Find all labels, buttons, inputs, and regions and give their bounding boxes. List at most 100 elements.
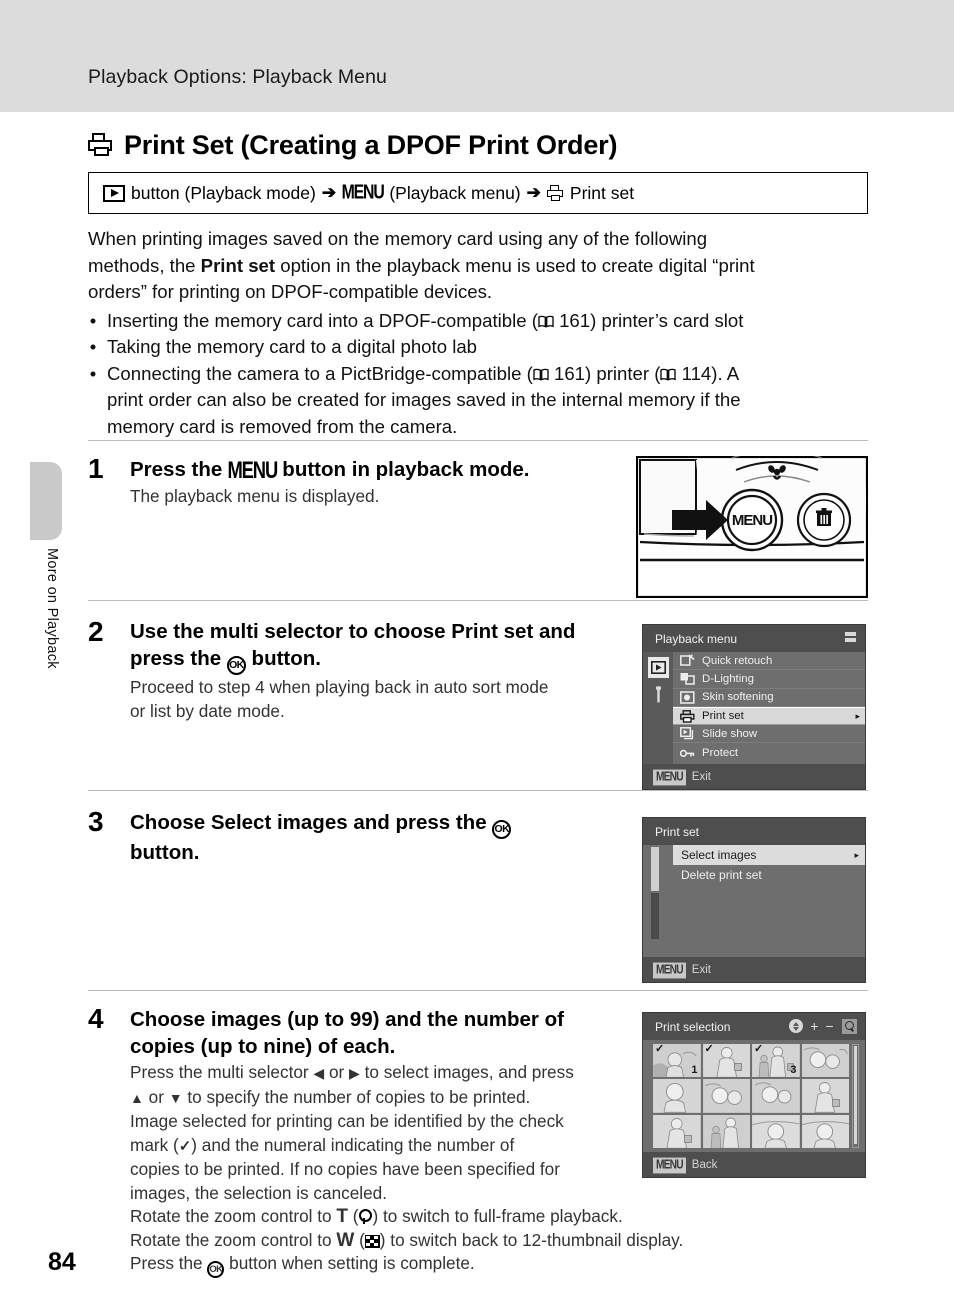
right-arrow-icon: ▶ xyxy=(349,1065,360,1081)
key-protect-icon xyxy=(679,746,695,759)
printer-icon xyxy=(680,709,695,723)
menu-item-slide-show[interactable]: Slide show xyxy=(673,725,865,744)
step-3-number: 3 xyxy=(88,806,104,837)
thumbnail-item[interactable]: ✓ 1 xyxy=(653,1044,701,1078)
step-2-head-bold: Print set xyxy=(451,620,534,643)
thumbnail-item[interactable] xyxy=(752,1079,800,1113)
step-4-head-line1: Choose images (up to 99) and the number … xyxy=(130,1008,564,1031)
playback-tab-icon[interactable] xyxy=(648,657,669,678)
ok-button-glyph-2: OK xyxy=(492,820,512,839)
up-down-icon xyxy=(789,1019,804,1033)
scroll-indicator-bottom[interactable] xyxy=(651,893,659,939)
step-2-head-line2a: press the xyxy=(130,647,227,670)
list-item: • Taking the memory card to a digital ph… xyxy=(88,334,870,361)
step-2-number: 2 xyxy=(88,616,104,647)
nav-path-part-2: (Playback menu) xyxy=(389,182,521,203)
divider-1 xyxy=(88,440,868,441)
lcd-print-set-title: Print set xyxy=(643,818,865,845)
magnifier-icon xyxy=(358,1209,373,1224)
menu-item-d-lighting[interactable]: D-Lighting xyxy=(673,670,865,689)
lcd-print-set-footer: MENU Exit xyxy=(643,957,865,982)
thumbnail-item[interactable] xyxy=(752,1114,800,1148)
thumbnail-item[interactable] xyxy=(702,1114,750,1148)
menu-path-box: button (Playback mode) ➔ MENU (Playback … xyxy=(88,172,868,214)
step-4-heading: Choose images (up to 99) and the number … xyxy=(130,1006,650,1060)
thumbnail-grid: ✓ 1 ✓ ✓ 3 xyxy=(653,1044,849,1148)
zoom-tele-label: T xyxy=(336,1206,348,1227)
step-4-line-6: images, the selection is canceled. xyxy=(130,1182,387,1203)
bullet-1-post: ) printer’s card slot xyxy=(590,309,744,331)
step-2-sub-line2: or list by date mode. xyxy=(130,700,285,721)
thumbnail-item[interactable] xyxy=(653,1114,701,1148)
intro-line-3: orders” for printing on DPOF-compatible … xyxy=(88,281,493,302)
thumbnail-item[interactable]: ✓ xyxy=(702,1044,750,1078)
bullet-dot-icon-2: • xyxy=(89,336,97,357)
list-item-label: Delete print set xyxy=(681,868,762,882)
lcd-footer-hints: + − xyxy=(789,1013,857,1039)
menu-item-quick-retouch[interactable]: Quick retouch xyxy=(673,652,865,671)
step-2-heading: Use the multi selector to choose Print s… xyxy=(130,618,650,675)
step-4-head-line2: copies (up to nine) of each. xyxy=(130,1035,396,1058)
lcd-print-selection-title-text: Print selection xyxy=(655,1019,731,1034)
lcd-print-selection-footer: MENU Back + − xyxy=(643,1018,865,1177)
thumbnail-grid-icon xyxy=(364,1234,380,1248)
step-1-heading: Press the MENU button in playback mode. xyxy=(130,456,650,484)
step-4-line-7: Rotate the zoom control to T () to switc… xyxy=(130,1206,623,1227)
menu-item-label: Quick retouch xyxy=(702,654,773,667)
grid-scrollbar[interactable] xyxy=(852,1044,859,1148)
lcd-footer-exit-label: Exit xyxy=(691,771,711,783)
page-header-band xyxy=(0,0,954,112)
intro-line-2: methods, the Print set option in the pla… xyxy=(88,253,870,280)
list-item: • Connecting the camera to a PictBridge-… xyxy=(88,361,870,441)
copy-count: 3 xyxy=(790,1064,797,1077)
lcd-playback-menu-list: Quick retouch D-Lighting Skin softening … xyxy=(673,652,865,762)
list-item-delete-print-set[interactable]: Delete print set xyxy=(673,865,865,885)
book-reference-icon-2 xyxy=(533,368,549,381)
menu-item-print-set[interactable]: Print set ▸ xyxy=(673,706,865,726)
step-4-subtext: Press the multi selector ◀ or ▶ to selec… xyxy=(130,1061,683,1278)
bullet-dot-icon-3: • xyxy=(89,362,97,384)
thumbnail-item[interactable]: ✓ 3 xyxy=(752,1044,800,1078)
printer-icon xyxy=(88,132,114,158)
step-4-number: 4 xyxy=(88,1003,104,1034)
thumbnail-item[interactable] xyxy=(702,1079,750,1113)
menu-item-label: Slide show xyxy=(702,727,758,740)
list-item-select-images[interactable]: Select images ▸ xyxy=(673,845,865,865)
thumbnail-item[interactable] xyxy=(801,1079,849,1113)
bullet-dot-icon: • xyxy=(89,309,97,331)
bullet-3-line-3: memory card is removed from the camera. xyxy=(107,415,458,437)
arrow-right-icon: ➔ xyxy=(321,183,337,202)
thumbnail-item[interactable] xyxy=(801,1044,849,1078)
step-1-head-b: button in playback mode. xyxy=(276,458,530,481)
bullet-3-page-ref-2: 114 xyxy=(681,362,712,384)
nav-path-part-3: Print set xyxy=(569,182,635,203)
ok-button-glyph-3: OK xyxy=(207,1261,225,1278)
menu-chip-icon-3: MENU xyxy=(653,1157,686,1173)
step-4-line-4: mark (✓) and the numeral indicating the … xyxy=(130,1134,515,1155)
thumbnail-item[interactable] xyxy=(653,1079,701,1113)
lcd-print-set-body: Select images ▸ Delete print set xyxy=(643,845,865,957)
menu-button-glyph: MENU xyxy=(341,181,385,204)
arrow-right-icon-2: ➔ xyxy=(526,183,541,202)
quick-retouch-icon xyxy=(680,654,695,667)
step-2-sub-line1: Proceed to step 4 when playing back in a… xyxy=(130,677,549,697)
menu-item-label: Protect xyxy=(702,746,739,759)
chevron-right-icon: ▸ xyxy=(855,710,860,721)
menu-item-skin-softening[interactable]: Skin softening xyxy=(673,689,865,707)
bullet-3-pre: Connecting the camera to a PictBridge-co… xyxy=(107,362,533,384)
menu-chip-icon-2: MENU xyxy=(653,962,686,978)
battery-indicator-icon xyxy=(845,632,856,643)
check-mark-icon: ✓ xyxy=(754,1044,764,1055)
setup-wrench-icon[interactable] xyxy=(648,684,669,705)
menu-item-protect[interactable]: Protect xyxy=(673,743,865,761)
lcd-print-set-title-text: Print set xyxy=(655,824,700,839)
lcd-tab-rail xyxy=(643,652,673,764)
lcd-playback-menu: Playback menu Quick retouch D-Lighting S… xyxy=(642,624,866,790)
scroll-indicator-top[interactable] xyxy=(651,847,659,891)
lcd-print-selection-body: ✓ 1 ✓ ✓ 3 xyxy=(643,1040,865,1152)
page-title: Print Set (Creating a DPOF Print Order) xyxy=(88,124,878,166)
thumbnail-item[interactable] xyxy=(801,1114,849,1148)
chapter-tab-label: More on Playback xyxy=(44,548,60,669)
menu-item-label: D-Lighting xyxy=(702,672,754,685)
list-item: • Inserting the memory card into a DPOF-… xyxy=(88,308,870,335)
